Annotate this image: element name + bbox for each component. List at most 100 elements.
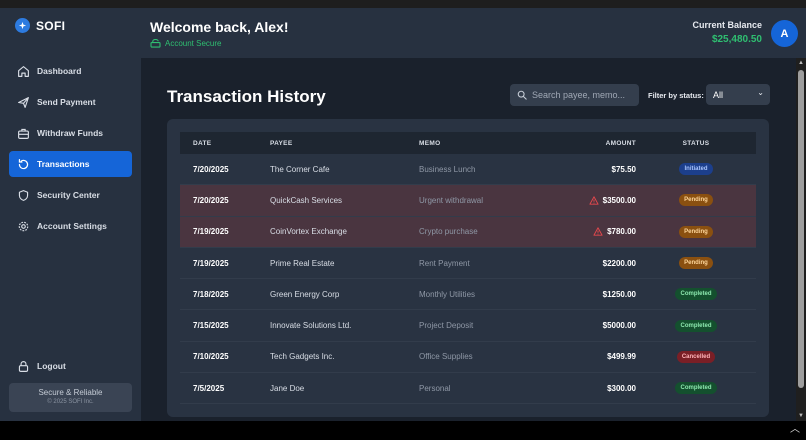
amount-value: $1250.00 (602, 289, 636, 299)
footer-copyright: © 2025 SOFI Inc. (47, 399, 94, 405)
amount-value: $300.00 (607, 383, 636, 393)
cell-payee: QuickCash Services (270, 195, 343, 205)
status-badge: Pending (679, 194, 713, 207)
cell-memo: Urgent withdrawal (419, 195, 484, 205)
cell-payee: Innovate Solutions Ltd. (270, 321, 352, 331)
filter-selected-value: All (713, 89, 724, 100)
cell-status: Completed (636, 319, 756, 332)
send-icon (18, 96, 29, 108)
page-title: Transaction History (167, 87, 326, 106)
cell-memo: Crypto purchase (419, 227, 478, 237)
cell-date: 7/20/2025 (193, 164, 229, 174)
transactions-table: DATE PAYEE MEMO AMOUNT STATUS 7/20/2025 T… (180, 132, 756, 405)
table-row[interactable]: 7/20/2025 QuickCash Services Urgent withdr… (180, 185, 756, 217)
cell-date: 7/19/2025 (193, 258, 229, 268)
cell-amount: $2200.00 (537, 259, 636, 268)
avatar[interactable]: A (771, 20, 798, 47)
amount-value: $3500.00 (602, 195, 636, 205)
sidebar-item-label: Withdraw Funds (37, 128, 104, 138)
sidebar-item-label: Send Payment (37, 97, 96, 107)
sidebar-item-dashboard[interactable]: Dashboard (9, 58, 132, 84)
column-header-memo[interactable]: MEMO (419, 140, 537, 147)
filter-label: Filter by status: (648, 91, 704, 100)
column-header-date[interactable]: DATE (180, 140, 270, 147)
main-content: Transaction History Filter by status: Al… (141, 58, 796, 421)
status-badge: Initiated (679, 163, 713, 176)
cell-memo: Personal (419, 383, 451, 393)
cell-status: Pending (636, 225, 756, 238)
sidebar-item-security-center[interactable]: Security Center (9, 182, 132, 208)
cell-memo: Business Lunch (419, 164, 476, 174)
cell-payee: Tech Gadgets Inc. (270, 352, 335, 362)
cell-payee: CoinVortex Exchange (270, 227, 347, 237)
table-row[interactable]: 7/19/2025 Prime Real Estate Rent Payment $2… (180, 248, 756, 280)
gear-icon (18, 221, 29, 231)
amount-value: $499.99 (607, 352, 636, 362)
sidebar-footer: Secure & Reliable © 2025 SOFI Inc. (9, 383, 132, 412)
table-row[interactable]: 7/19/2025 CoinVortex Exchange Crypto purch… (180, 216, 756, 248)
sidebar-item-label: Transactions (37, 159, 90, 169)
status-badge: Completed (675, 288, 717, 301)
column-header-status[interactable]: STATUS (636, 140, 756, 147)
cell-date: 7/19/2025 (193, 227, 229, 237)
window-bottom-bar (0, 421, 806, 440)
cell-payee: Jane Doe (270, 383, 305, 393)
history-icon (18, 158, 29, 169)
scrollbar[interactable]: ▲ ▼ (796, 58, 806, 421)
table-row[interactable]: 7/10/2025 Tech Gadgets Inc. Office Supplie… (180, 342, 756, 374)
cell-status: Initiated (636, 163, 756, 176)
logo-icon (15, 18, 30, 33)
status-filter-select[interactable]: All ⌄ (706, 84, 770, 105)
header: Welcome back, Alex! Account Secure Curre… (141, 8, 806, 58)
column-header-payee[interactable]: PAYEE (270, 140, 419, 147)
cell-status: Pending (636, 194, 756, 207)
sidebar-nav: Dashboard Send Payment Withdraw Funds Tr… (9, 58, 132, 244)
amount-value: $780.00 (607, 227, 636, 237)
table-row[interactable]: 7/15/2025 Innovate Solutions Ltd. Project … (180, 310, 756, 342)
cell-status: Completed (636, 288, 756, 301)
table-row[interactable]: 7/20/2025 The Corner Cafe Business Lunch $7… (180, 154, 756, 186)
cell-amount: $499.99 (537, 352, 636, 361)
sidebar-item-send-payment[interactable]: Send Payment (9, 89, 132, 115)
chevron-up-icon[interactable]: ︿ (789, 424, 801, 436)
secure-icon (150, 39, 161, 48)
cell-payee: Prime Real Estate (270, 258, 335, 268)
logo-text: SOFI (36, 18, 66, 33)
amount-value: $5000.00 (602, 321, 636, 331)
sidebar-item-transactions[interactable]: Transactions (9, 151, 132, 177)
shield-icon (18, 189, 29, 201)
search-input[interactable] (532, 90, 632, 100)
cell-amount: $300.00 (537, 384, 636, 393)
amount-value: $2200.00 (602, 258, 636, 268)
search-box[interactable] (510, 84, 639, 106)
table-row[interactable]: 7/5/2025 Jane Doe Personal $300.00 Completed (180, 373, 756, 405)
logout-button[interactable]: Logout (9, 353, 132, 379)
home-icon (18, 65, 29, 77)
logo[interactable]: SOFI (15, 18, 65, 33)
amount-value: $75.50 (611, 164, 636, 174)
scroll-up-arrow-icon[interactable]: ▲ (798, 60, 804, 66)
transactions-card: DATE PAYEE MEMO AMOUNT STATUS 7/20/2025 T… (167, 119, 769, 417)
status-badge: Pending (679, 225, 713, 238)
cell-date: 7/10/2025 (193, 352, 229, 362)
cell-memo: Rent Payment (419, 258, 470, 268)
table-row[interactable]: 7/18/2025 Green Energy Corp Monthly Utilit… (180, 279, 756, 311)
sidebar-item-withdraw-funds[interactable]: Withdraw Funds (9, 120, 132, 146)
sidebar-item-account-settings[interactable]: Account Settings (9, 213, 132, 239)
cell-amount: $3500.00 (537, 196, 636, 205)
status-badge: Cancelled (676, 350, 716, 363)
scrollbar-thumb[interactable] (798, 70, 804, 388)
cell-amount: $780.00 (537, 227, 636, 236)
sidebar: SOFI Dashboard Send Payment Withdraw Fun… (0, 8, 141, 421)
cell-date: 7/15/2025 (193, 321, 229, 331)
cell-payee: Green Energy Corp (270, 289, 340, 299)
table-header: DATE PAYEE MEMO AMOUNT STATUS (180, 132, 756, 154)
warning-icon (589, 196, 599, 205)
table-body: 7/20/2025 The Corner Cafe Business Lunch $7… (180, 154, 756, 405)
status-badge: Completed (675, 319, 717, 332)
welcome-message: Welcome back, Alex! (150, 19, 289, 35)
cell-memo: Project Deposit (419, 321, 474, 331)
cell-amount: $5000.00 (537, 321, 636, 330)
scroll-down-arrow-icon[interactable]: ▼ (798, 413, 804, 419)
column-header-amount[interactable]: AMOUNT (537, 140, 636, 147)
